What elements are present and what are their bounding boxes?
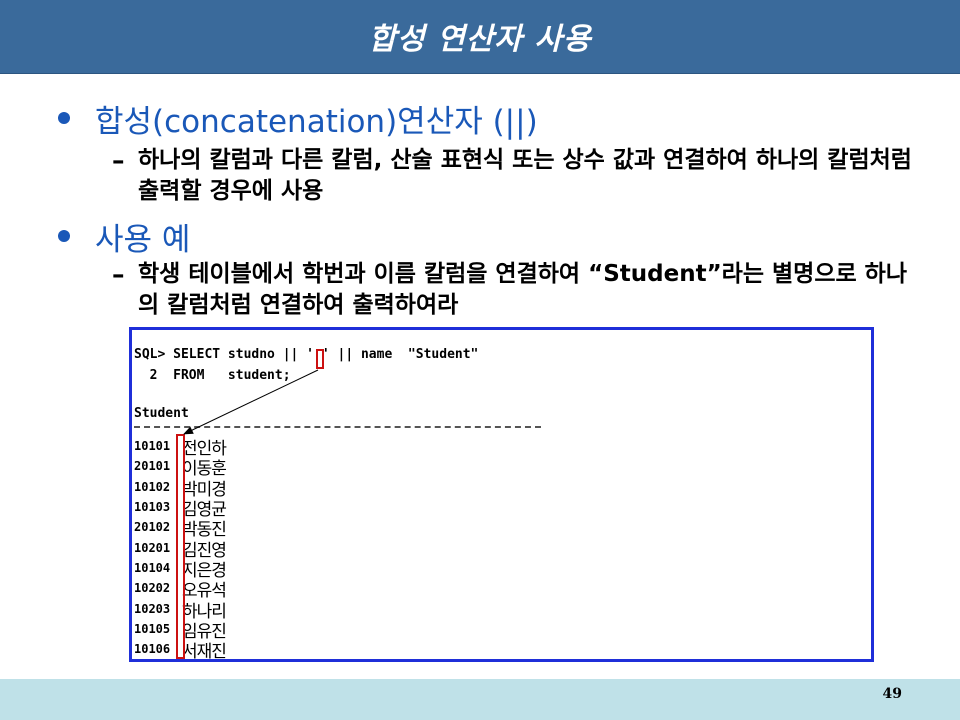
sql-select-line: SQL> SELECT studno || ' ' || name "Stude… bbox=[134, 347, 479, 362]
title-bar: 합성 연산자 사용 bbox=[0, 0, 960, 74]
sub-bullet-dash: – bbox=[112, 146, 125, 175]
row-studno: 10105 bbox=[134, 622, 171, 636]
bullet-usage-example: 사용 예 bbox=[95, 222, 191, 258]
row-studno: 10203 bbox=[134, 602, 171, 616]
footer-band bbox=[0, 679, 960, 720]
sub-bullet-usage-description: 학생 테이블에서 학번과 이름 칼럼을 연결하여 “Student”라는 별명으… bbox=[138, 261, 907, 318]
sql-from-line: 2 FROM student; bbox=[134, 368, 291, 383]
row-studno: 10101 bbox=[134, 439, 171, 453]
row-studno: 10102 bbox=[134, 480, 171, 494]
column-separator-line bbox=[134, 426, 541, 428]
result-column-header: Student bbox=[134, 406, 189, 421]
row-studno: 20102 bbox=[134, 520, 171, 534]
space-column-highlight bbox=[176, 434, 185, 659]
bullet-concatenation-operator: 합성(concatenation)연산자 (||) bbox=[95, 104, 538, 140]
row-studno: 10106 bbox=[134, 642, 171, 656]
sql-output-panel: SQL> SELECT studno || ' ' || name "Stude… bbox=[129, 327, 874, 662]
bullet-dot bbox=[58, 112, 70, 124]
sub-bullet-concatenation-description: 하나의 칼럼과 다른 칼럼, 산술 표현식 또는 상수 값과 연결하여 하나의 … bbox=[138, 147, 912, 204]
row-studno: 10201 bbox=[134, 541, 171, 555]
bullet-dot bbox=[58, 230, 70, 242]
slide-title: 합성 연산자 사용 bbox=[368, 22, 592, 57]
row-studno: 20101 bbox=[134, 459, 171, 473]
page-number: 49 bbox=[882, 686, 902, 702]
space-literal-highlight bbox=[316, 349, 324, 369]
row-studno: 10202 bbox=[134, 581, 171, 595]
row-studno: 10103 bbox=[134, 500, 171, 514]
row-studno: 10104 bbox=[134, 561, 171, 575]
sub-bullet-dash: – bbox=[112, 260, 125, 289]
row-name: 서재진 bbox=[182, 642, 227, 662]
